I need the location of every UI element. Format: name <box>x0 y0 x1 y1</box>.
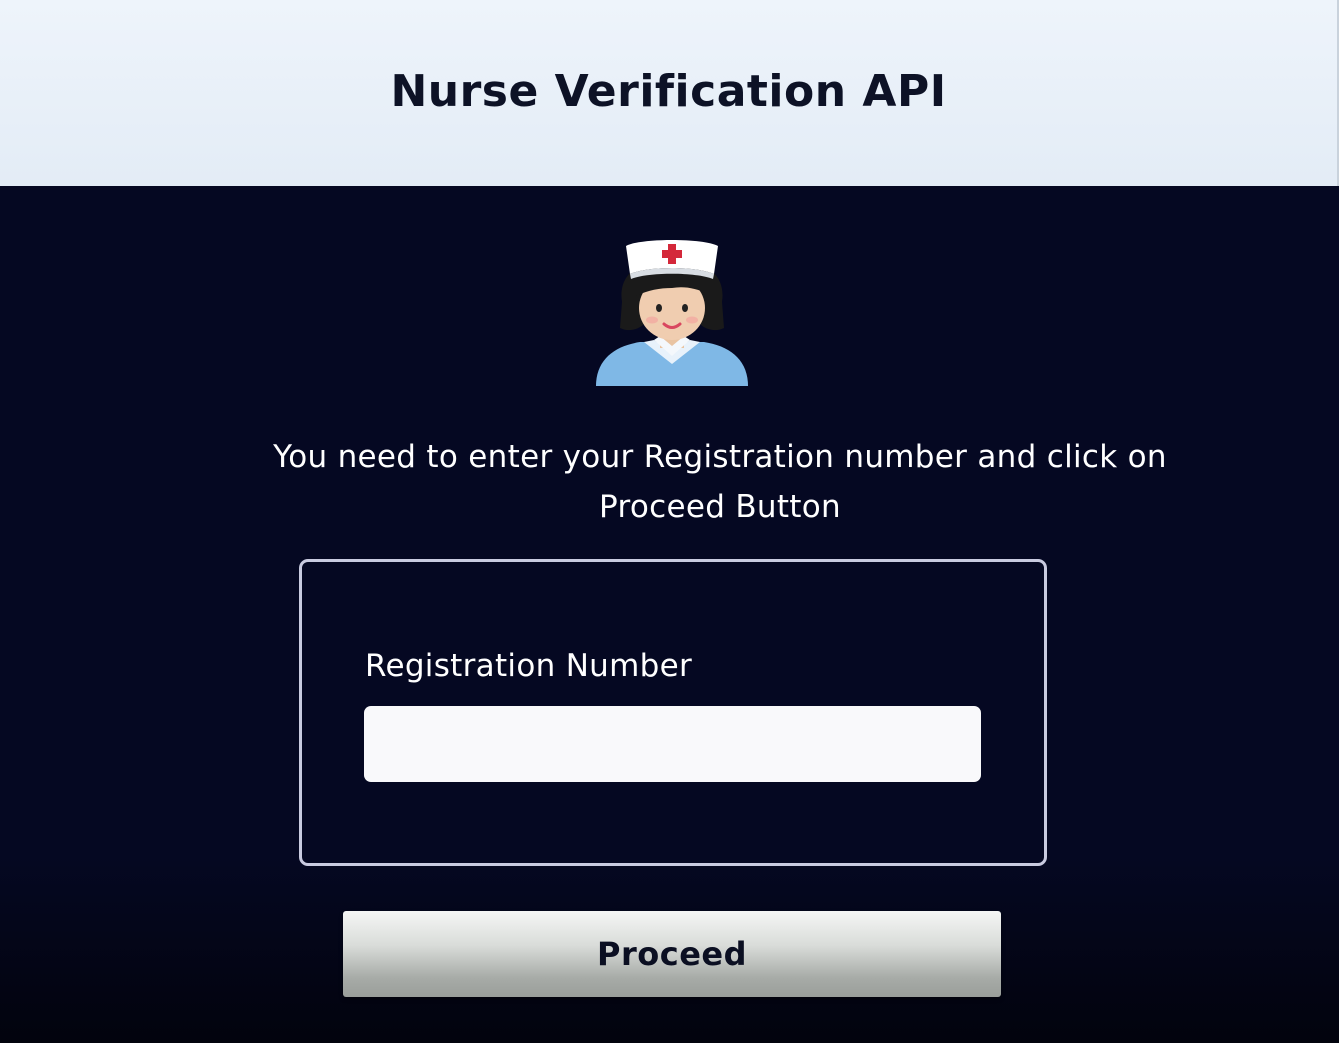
page-title: Nurse Verification API <box>390 66 947 117</box>
registration-form: Registration Number <box>299 559 1047 866</box>
proceed-button[interactable]: Proceed <box>343 911 1001 997</box>
registration-number-input[interactable] <box>364 706 981 782</box>
instruction-line-1: You need to enter your Registration numb… <box>273 439 1167 475</box>
page-header: Nurse Verification API <box>0 0 1339 186</box>
instruction-text: You need to enter your Registration numb… <box>210 432 1230 532</box>
instruction-line-2: Proceed Button <box>599 489 841 525</box>
nurse-avatar-icon <box>592 232 752 392</box>
registration-number-label: Registration Number <box>365 648 693 684</box>
